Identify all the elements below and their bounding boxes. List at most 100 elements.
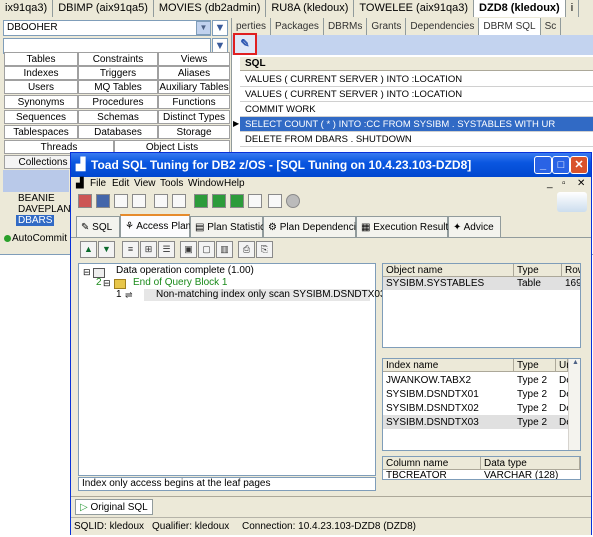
object-type-button[interactable]: Views (158, 52, 230, 66)
tab-advice[interactable]: ✦ Advice (448, 216, 501, 237)
arrow-down-icon[interactable]: ▼ (98, 241, 115, 258)
list-view-icon[interactable]: ☰ (158, 241, 175, 258)
menu-help[interactable]: Help (224, 177, 245, 191)
object-type-button[interactable]: Distinct Types (158, 110, 230, 124)
tab-plan-dependencies[interactable]: ⚙ Plan Dependencies (263, 216, 366, 237)
table-cell[interactable]: JWANKOW.TABX2 (383, 374, 514, 387)
object-type-button[interactable]: Databases (78, 125, 158, 139)
run-icon[interactable] (194, 194, 208, 208)
maximize-button[interactable]: □ (552, 156, 570, 174)
export-icon[interactable]: ⎙ (238, 241, 255, 258)
object-type-button[interactable]: Synonyms (4, 95, 78, 109)
tab-connection[interactable]: ix91qa3) (0, 0, 54, 17)
tab-dependencies[interactable]: Dependencies (406, 18, 480, 35)
table-cell[interactable]: SYSIBM.DSNDTX01 (383, 388, 514, 401)
graph-view-icon[interactable]: ⊞ (140, 241, 157, 258)
tree-node-label[interactable]: End of Query Block 1 (133, 277, 228, 288)
tree-item-selected[interactable]: DBARS (16, 215, 55, 226)
menu-view[interactable]: View (134, 177, 156, 191)
stop-icon[interactable] (286, 194, 300, 208)
save-icon[interactable] (96, 194, 110, 208)
tree-node-label[interactable]: Data operation complete (1.00) (116, 265, 254, 276)
expand-icon[interactable]: ▣ (180, 241, 197, 258)
table-cell[interactable]: SYSIBM.DSNDTX02 (383, 402, 514, 415)
find-icon[interactable] (154, 194, 168, 208)
mdi-restore-icon[interactable]: ▫ (562, 177, 566, 191)
object-type-button[interactable]: Users (4, 80, 78, 94)
mdi-minimize-icon[interactable]: _ (547, 177, 553, 191)
vertical-scrollbar[interactable]: ▲ (568, 359, 580, 450)
table-cell[interactable]: SYSIBM.DSNDTX03 (383, 416, 514, 429)
object-type-button[interactable]: Auxiliary Tables (158, 80, 230, 94)
arrow-up-icon[interactable]: ▲ (80, 241, 97, 258)
table-cell[interactable]: TBCREATOR (383, 469, 481, 479)
sql-row[interactable]: COMMIT WORK (240, 102, 593, 117)
tab-dbrms[interactable]: DBRMs (324, 18, 368, 35)
menu-file[interactable]: File (90, 177, 106, 191)
tree-item[interactable]: DAVEPLAN (18, 204, 71, 215)
sql-row[interactable]: VALUES ( CURRENT SERVER ) INTO :LOCATION (240, 87, 593, 102)
tab-connection[interactable]: i (565, 0, 580, 17)
sql-tuning-icon[interactable]: ✎ (233, 33, 257, 55)
sql-row-selected[interactable]: SELECT COUNT ( * ) INTO :CC FROM SYSIBM … (240, 117, 593, 132)
object-type-button[interactable]: Sequences (4, 110, 78, 124)
tab-connection[interactable]: RU8A (kledoux) (266, 0, 355, 17)
collapse-node-icon[interactable]: ⊟ (83, 267, 91, 278)
collapse-node-icon[interactable]: ⊟ (103, 278, 111, 289)
menu-window[interactable]: Window (188, 177, 224, 191)
tab-original-sql[interactable]: ▷ Original SQL (75, 499, 153, 515)
sql-row[interactable]: VALUES ( CURRENT SERVER ) INTO :LOCATION (240, 72, 593, 87)
tab-dbrm-sql[interactable]: DBRM SQL (479, 18, 541, 35)
menu-edit[interactable]: Edit (112, 177, 129, 191)
tab-execution-results[interactable]: ▦ Execution Results (356, 216, 453, 237)
mdi-close-icon[interactable]: ✕ (577, 177, 585, 191)
menu-tools[interactable]: Tools (160, 177, 183, 191)
minimize-button[interactable]: _ (534, 156, 552, 174)
tree-view-icon[interactable]: ≡ (122, 241, 139, 258)
object-type-button[interactable]: Indexes (4, 66, 78, 80)
sql-row[interactable]: DELETE FROM DBARS . SHUTDOWN (240, 132, 593, 147)
explain-icon[interactable] (248, 194, 262, 208)
object-type-button[interactable]: Storage Groups (158, 125, 230, 151)
collapse-icon[interactable]: ▢ (198, 241, 215, 258)
filter-icon[interactable]: ▼ (212, 20, 228, 36)
print-plan-icon[interactable]: ⎘ (256, 241, 273, 258)
tab-grants[interactable]: Grants (367, 18, 407, 35)
scroll-up-icon[interactable]: ▲ (569, 359, 580, 366)
autocommit-toggle[interactable]: AutoCommit (2, 232, 72, 246)
column-header[interactable]: Type (514, 264, 562, 277)
schema-combo[interactable]: DBOOHER (3, 20, 211, 36)
tab-connection-active[interactable]: DZD8 (kledoux) (474, 0, 566, 17)
object-type-button[interactable]: Tables (4, 52, 78, 66)
tab-connection[interactable]: TOWELEE (aix91qa3) (354, 0, 475, 17)
object-type-button[interactable]: Tablespaces (4, 125, 78, 139)
object-type-button[interactable]: Triggers (78, 66, 158, 80)
close-button[interactable]: ✕ (570, 156, 588, 174)
chevron-down-icon[interactable]: ▼ (196, 21, 211, 35)
options-icon[interactable] (268, 194, 282, 208)
list-icon[interactable] (172, 194, 186, 208)
tab-access-plan[interactable]: ⚘ Access Plan (120, 214, 191, 237)
tree-node-label-selected[interactable]: Non-matching index only scan SYSIBM.DSND… (156, 289, 386, 300)
detail-icon[interactable]: ▥ (216, 241, 233, 258)
object-type-button[interactable]: MQ Tables (78, 80, 158, 94)
run-all-icon[interactable] (230, 194, 244, 208)
copy-icon[interactable] (132, 194, 146, 208)
object-type-button[interactable]: Aliases (158, 66, 230, 80)
object-type-button[interactable]: Constraints (78, 52, 158, 66)
tab-connection[interactable]: DBIMP (aix91qa5) (53, 0, 154, 17)
column-header[interactable]: Object name (383, 264, 514, 277)
print-icon[interactable] (114, 194, 128, 208)
column-header[interactable]: Row (562, 264, 580, 277)
object-type-button[interactable]: Schemas (78, 110, 158, 124)
menu-icon[interactable]: ▟ (76, 177, 84, 191)
open-icon[interactable] (78, 194, 92, 208)
tab-plan-statistics[interactable]: ▤ Plan Statistics (190, 216, 270, 237)
column-header[interactable]: Type (514, 359, 556, 372)
tree-item[interactable]: BEANIE (18, 193, 55, 204)
object-type-button[interactable]: Functions (158, 95, 230, 109)
object-type-button[interactable]: Procedures (78, 95, 158, 109)
column-header[interactable]: Index name (383, 359, 514, 372)
tab-sql[interactable]: ✎ SQL (76, 216, 120, 237)
tab-more[interactable]: Sc (541, 18, 562, 35)
